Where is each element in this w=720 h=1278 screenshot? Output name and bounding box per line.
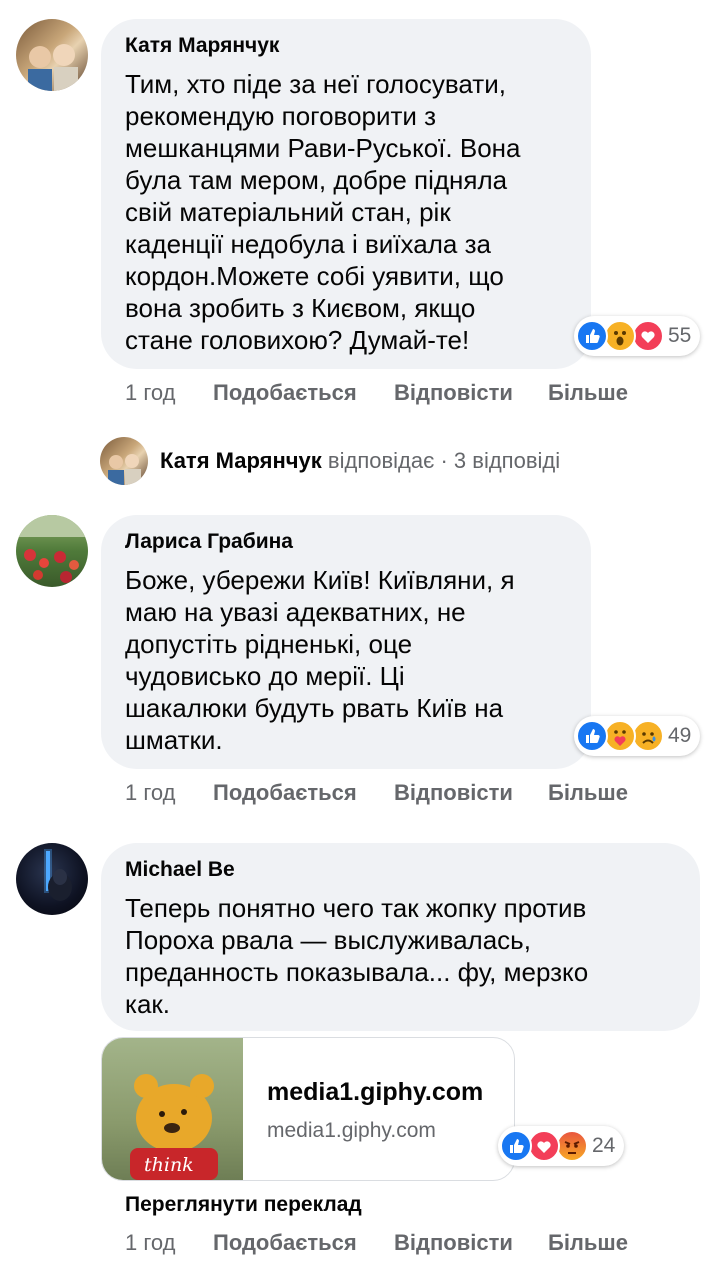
avatar-photo [28,44,78,91]
image-caption: think [144,1154,194,1176]
reply-verb: відповідає [327,448,435,473]
like-button[interactable]: Подобається [213,1230,357,1256]
avatar [100,437,148,485]
avatar[interactable] [16,19,88,91]
wow-icon [604,320,636,352]
link-domain: media1.giphy.com [267,1119,436,1142]
comment-text: Тим, хто піде за неї голосувати, рекомен… [125,69,521,355]
like-icon [500,1130,532,1162]
comment-text: Боже, убережи Київ! Київляни, я маю на у… [125,565,515,755]
reaction-count: 24 [592,1134,616,1157]
love-icon [528,1130,560,1162]
avatar[interactable] [16,843,88,915]
avatar-photo [44,849,72,901]
comment-author[interactable]: Лариса Грабина [125,530,293,554]
comment-author[interactable]: Michael Be [125,858,235,882]
avatar-photo [16,515,88,583]
comment-actions: 1 год Подобається Відповісти Більше [0,380,720,408]
reply-button[interactable]: Відповісти [394,380,513,406]
reply-author: Катя Марянчук [160,448,322,473]
link-title: media1.giphy.com [267,1078,484,1106]
comment-actions: 1 год Подобається Відповісти Більше [0,1230,720,1258]
love-icon [632,320,664,352]
like-button[interactable]: Подобається [213,780,357,806]
more-button[interactable]: Більше [548,1230,628,1256]
sad-icon [632,720,664,752]
like-icon [576,320,608,352]
comment-author[interactable]: Катя Марянчук [125,34,279,58]
reaction-summary[interactable]: 24 [498,1126,624,1166]
reply-button[interactable]: Відповісти [394,1230,513,1256]
comment-time[interactable]: 1 год [125,380,175,406]
link-preview-image: think [102,1038,243,1180]
reaction-summary[interactable]: 49 [574,716,700,756]
separator: · [440,448,448,473]
comment-time[interactable]: 1 год [125,780,175,806]
comment-time[interactable]: 1 год [125,1230,175,1256]
like-icon [576,720,608,752]
like-button[interactable]: Подобається [213,380,357,406]
avatar[interactable] [16,515,88,587]
see-translation-link[interactable]: Переглянути переклад [125,1193,362,1217]
reaction-summary[interactable]: 55 [574,316,700,356]
reply-count: 3 відповіді [453,448,561,473]
comment-actions: 1 год Подобається Відповісти Більше [0,780,720,808]
reaction-count: 49 [668,724,692,747]
more-button[interactable]: Більше [548,380,628,406]
comment-text: Теперь понятно чего так жопку против Пор… [125,893,589,1019]
avatar-photo [108,454,141,485]
more-button[interactable]: Більше [548,780,628,806]
angry-icon [556,1130,588,1162]
care-icon [604,720,636,752]
reply-button[interactable]: Відповісти [394,780,513,806]
reaction-count: 55 [668,324,692,347]
link-preview-card[interactable]: think media1.giphy.com media1.giphy.com [101,1037,515,1181]
reply-summary-text: Катя Марянчук відповідає · 3 відповіді [160,448,560,474]
